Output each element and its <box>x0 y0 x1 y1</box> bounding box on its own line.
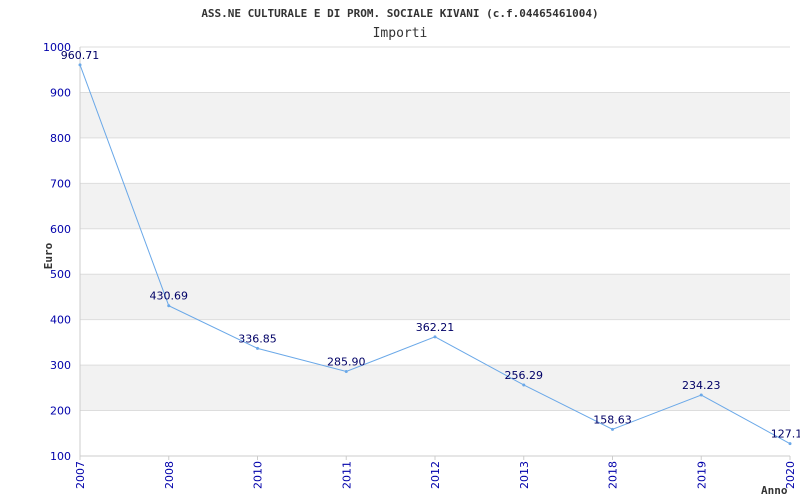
y-tick-label: 800 <box>50 132 71 145</box>
data-label: 285.90 <box>327 356 366 369</box>
data-point <box>256 346 259 350</box>
x-tick-label: 2008 <box>163 461 176 489</box>
x-tick-labels: 2007 2008 2010 2011 2012 2013 2018 2019 2020 <box>74 456 797 489</box>
chart-title: ASS.NE CULTURALE E DI PROM. SOCIALE KIVA… <box>201 7 598 20</box>
chart: 1002003004005006007008009001000 2007 2008… <box>42 7 800 497</box>
grid-bands <box>80 92 790 411</box>
data-point <box>167 304 171 308</box>
data-point <box>788 442 792 446</box>
x-tick-label: 2018 <box>607 461 620 489</box>
x-tick-label: 2019 <box>695 461 708 489</box>
x-tick-label: 2013 <box>518 461 531 489</box>
y-tick-label: 100 <box>50 450 71 463</box>
x-tick-label: 2011 <box>340 461 353 489</box>
grid-band <box>80 183 790 229</box>
data-point <box>78 63 82 67</box>
y-tick-label: 600 <box>50 223 71 236</box>
y-tick-label: 400 <box>50 314 71 327</box>
data-label: 960.71 <box>61 49 100 62</box>
data-label: 362.21 <box>416 321 455 334</box>
grid-band <box>80 92 790 138</box>
x-tick-label: 2010 <box>252 461 265 489</box>
y-tick-label: 700 <box>50 177 71 190</box>
y-axis-label: Euro <box>42 242 55 269</box>
data-label: 127.19 <box>771 428 800 441</box>
x-axis-label: Anno <box>761 484 788 497</box>
y-tick-label: 200 <box>50 405 71 418</box>
x-tick-label: 2007 <box>74 461 87 489</box>
data-label: 158.63 <box>593 413 632 426</box>
chart-subtitle: Importi <box>373 26 428 41</box>
data-label: 234.23 <box>682 379 721 392</box>
y-tick-label: 300 <box>50 359 71 372</box>
x-tick-label: 2012 <box>429 461 442 489</box>
data-point <box>433 335 437 339</box>
data-point <box>344 370 348 374</box>
data-label: 336.85 <box>238 332 277 345</box>
data-label: 256.29 <box>505 369 544 382</box>
data-point <box>522 383 526 387</box>
data-label: 430.69 <box>150 290 189 303</box>
data-point <box>699 393 703 397</box>
y-tick-label: 900 <box>50 86 71 99</box>
data-point <box>611 427 614 431</box>
